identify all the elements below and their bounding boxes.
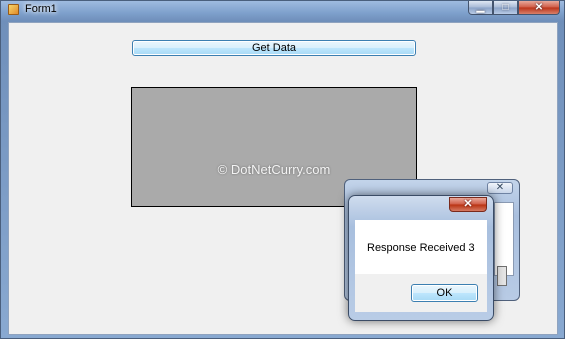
ok-button[interactable]: OK xyxy=(411,284,478,302)
window-title: Form1 xyxy=(25,3,57,15)
title-bar[interactable]: Form1 ▁ □ ✕ xyxy=(1,1,564,19)
get-data-button[interactable]: Get Data xyxy=(132,40,416,56)
background-dialog-content xyxy=(494,202,514,276)
close-button[interactable]: ✕ xyxy=(518,1,560,15)
minimize-button[interactable]: ▁ xyxy=(468,1,493,15)
app-icon[interactable] xyxy=(8,4,19,15)
message-text: Response Received 3 xyxy=(367,242,475,254)
background-dialog-button[interactable] xyxy=(497,266,507,286)
message-box-close-button[interactable]: ✕ xyxy=(449,197,487,212)
message-box: ✕ Response Received 3 OK xyxy=(348,195,494,321)
message-box-footer: OK xyxy=(355,274,487,312)
maximize-button[interactable]: □ xyxy=(493,1,518,15)
caption-buttons: ▁ □ ✕ xyxy=(468,1,560,16)
background-dialog-close-button[interactable]: ✕ xyxy=(487,182,513,194)
message-area: Response Received 3 xyxy=(355,220,487,274)
watermark: © DotNetCurry.com xyxy=(217,162,331,177)
